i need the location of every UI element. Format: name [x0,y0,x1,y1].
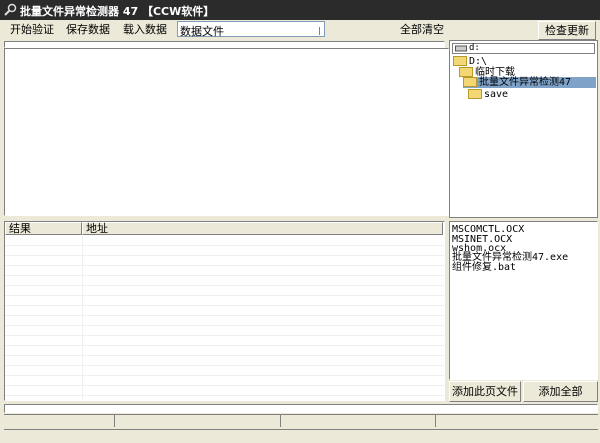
table-rows-area [5,236,444,400]
bottom-status-panel [4,429,598,441]
drive-icon [455,45,467,52]
magnifier-icon [4,3,17,16]
data-file-select[interactable]: 数据文件 [177,21,325,38]
status-bar [4,414,598,428]
status-divider [280,415,281,427]
tree-root-label: D:\ [469,56,488,67]
drive-select[interactable]: d: [452,43,595,54]
column-header-address[interactable]: 地址 [82,222,443,235]
save-data-button[interactable]: 保存数据 [63,21,113,39]
tree-root[interactable]: D:\ [453,56,487,67]
start-verify-button[interactable]: 开始验证 [4,21,60,39]
status-divider [114,415,115,427]
status-divider [435,415,436,427]
column-header-result[interactable]: 结果 [5,222,82,235]
dropdown-arrow-icon [319,27,323,35]
tree-item-selected[interactable]: 批量文件异常检测47 [463,77,596,88]
column-divider [82,236,83,400]
title-bar: 批量文件异常检测器 47 【CCW软件】 [0,0,600,20]
check-update-button[interactable]: 检查更新 [538,21,596,40]
load-data-button[interactable]: 载入数据 [118,21,172,39]
tree-item[interactable]: save [468,89,508,100]
open-folder-icon [459,67,473,77]
open-folder-icon [453,56,467,66]
folder-icon [468,89,482,99]
list-item[interactable]: 组件修复.bat [452,263,516,273]
tree-item-label: 批量文件异常检测47 [479,77,572,88]
open-folder-icon [463,77,477,87]
add-page-files-button[interactable]: 添加此页文件 [449,381,521,402]
tree-item-label: save [484,89,509,100]
window-title: 批量文件异常检测器 47 【CCW软件】 [20,5,215,18]
clear-all-button[interactable]: 全部清空 [396,21,448,39]
data-file-value: 数据文件 [180,25,224,38]
add-all-button[interactable]: 添加全部 [523,381,598,402]
progress-bar [4,404,598,413]
path-input[interactable] [4,41,445,48]
main-content-panel [4,48,449,216]
drive-value: d: [469,43,480,53]
